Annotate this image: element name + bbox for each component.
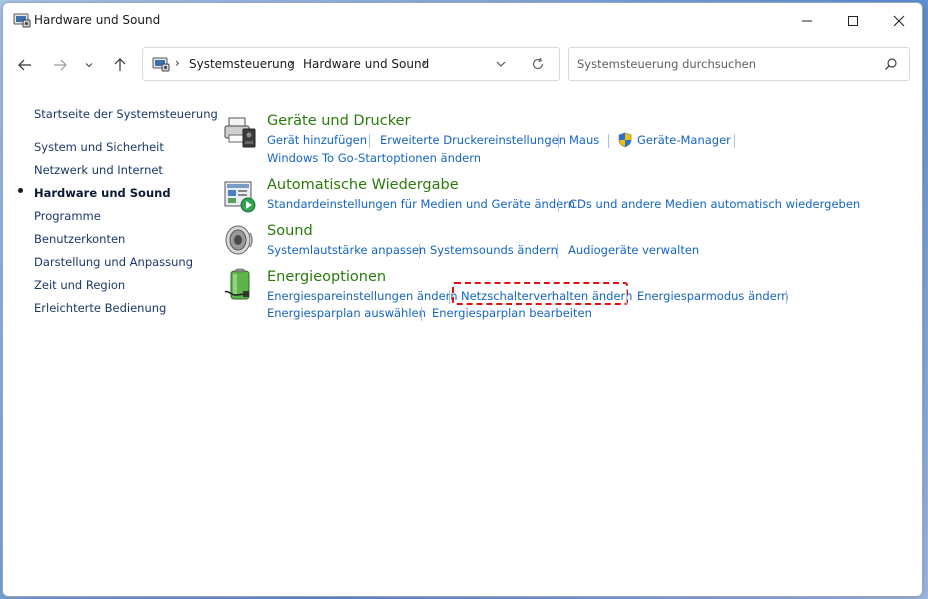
search-box[interactable]	[568, 47, 910, 81]
breadcrumb-separator[interactable]: ›	[422, 56, 427, 70]
link-netzschalterverhalten-aendern[interactable]: Netzschalterverhalten ändern	[461, 289, 632, 303]
minimize-button[interactable]	[784, 3, 830, 39]
minimize-icon	[802, 20, 812, 22]
link-energiesparplan-auswaehlen[interactable]: Energiesparplan auswählen	[267, 306, 426, 320]
sidebar-item-benutzerkonten[interactable]: Benutzerkonten	[34, 232, 125, 246]
sidebar-item-system-und-sicherheit[interactable]: System und Sicherheit	[34, 140, 164, 154]
sidebar-item-erleichterte-bedienung[interactable]: Erleichterte Bedienung	[34, 301, 166, 315]
sidebar-item-zeit-und-region[interactable]: Zeit und Region	[34, 278, 125, 292]
link-systemsounds-aendern[interactable]: Systemsounds ändern	[430, 243, 558, 257]
address-bar[interactable]: › Systemsteuerung › Hardware und Sound ›	[142, 47, 560, 81]
breadcrumb-systemsteuerung[interactable]: Systemsteuerung	[189, 57, 295, 71]
link-standardeinstellungen-medien[interactable]: Standardeinstellungen für Medien und Ger…	[267, 197, 575, 211]
link-separator	[369, 134, 370, 148]
battery-icon[interactable]	[223, 268, 257, 302]
link-windows-to-go-startoptionen[interactable]: Windows To Go-Startoptionen ändern	[267, 151, 481, 165]
active-item-bullet	[18, 188, 23, 193]
link-energiespareinstellungen-aendern[interactable]: Energiespareinstellungen ändern	[267, 289, 458, 303]
category-title-sound[interactable]: Sound	[267, 223, 313, 239]
control-panel-icon	[152, 57, 170, 72]
close-icon	[893, 15, 905, 27]
link-separator	[449, 290, 450, 304]
link-systemlautstaerke-anpassen[interactable]: Systemlautstärke anpassen	[267, 243, 426, 257]
category-title-geraete-und-drucker[interactable]: Geräte und Drucker	[267, 113, 410, 129]
autoplay-icon[interactable]	[223, 179, 257, 213]
title-bar[interactable]: Hardware und Sound	[3, 3, 922, 39]
printer-icon[interactable]	[223, 115, 257, 149]
maximize-button[interactable]	[830, 3, 876, 39]
link-cds-automatisch-wiedergeben[interactable]: CDs und andere Medien automatisch wieder…	[569, 197, 860, 211]
link-geraete-manager[interactable]: Geräte-Manager	[637, 133, 731, 147]
link-geraet-hinzufuegen[interactable]: Gerät hinzufügen	[267, 133, 367, 147]
link-separator	[734, 134, 735, 148]
link-erweiterte-druckereinstellungen[interactable]: Erweiterte Druckereinstellungen	[380, 133, 566, 147]
uac-shield-icon	[618, 132, 632, 148]
link-separator	[558, 198, 559, 212]
chevron-down-icon	[85, 63, 93, 68]
link-separator	[608, 134, 609, 148]
search-icon[interactable]	[884, 57, 898, 71]
link-separator	[558, 134, 559, 148]
control-panel-window: Hardware und Sound › Systemsteuerung › H…	[2, 2, 923, 597]
breadcrumb-hardware-und-sound[interactable]: Hardware und Sound	[303, 57, 429, 71]
breadcrumb-separator[interactable]: ›	[175, 56, 180, 70]
category-title-energieoptionen[interactable]: Energieoptionen	[267, 269, 386, 285]
speaker-icon[interactable]	[223, 223, 257, 257]
link-separator	[626, 290, 627, 304]
link-audiogeraete-verwalten[interactable]: Audiogeräte verwalten	[568, 243, 699, 257]
window-title: Hardware und Sound	[34, 13, 161, 27]
link-maus[interactable]: Maus	[569, 133, 599, 147]
maximize-icon	[848, 16, 858, 26]
search-input[interactable]	[577, 55, 867, 73]
link-separator	[421, 307, 422, 321]
arrow-left-icon	[18, 59, 31, 71]
sidebar-item-netzwerk-und-internet[interactable]: Netzwerk und Internet	[34, 163, 163, 177]
back-button[interactable]	[14, 53, 36, 77]
link-energiesparmodus-aendern[interactable]: Energiesparmodus ändern	[637, 289, 789, 303]
up-button[interactable]	[109, 53, 131, 77]
sidebar-item-programme[interactable]: Programme	[34, 209, 101, 223]
category-title-automatische-wiedergabe[interactable]: Automatische Wiedergabe	[267, 177, 459, 193]
control-panel-icon	[13, 13, 31, 28]
sidebar-item-darstellung-und-anpassung[interactable]: Darstellung und Anpassung	[34, 255, 193, 269]
link-separator	[786, 290, 787, 304]
sidebar-home-link[interactable]: Startseite der Systemsteuerung	[34, 107, 218, 121]
breadcrumb-separator[interactable]: ›	[289, 56, 294, 70]
close-button[interactable]	[876, 3, 922, 39]
recent-locations-button[interactable]	[81, 53, 97, 77]
address-dropdown-icon[interactable]	[493, 56, 509, 72]
refresh-icon[interactable]	[530, 56, 546, 72]
link-separator	[419, 244, 420, 258]
arrow-right-icon	[54, 59, 67, 71]
arrow-up-icon	[114, 58, 126, 71]
sidebar-item-hardware-und-sound[interactable]: Hardware und Sound	[34, 186, 171, 200]
link-energiesparplan-bearbeiten[interactable]: Energiesparplan bearbeiten	[432, 306, 592, 320]
forward-button[interactable]	[49, 53, 71, 77]
link-separator	[557, 244, 558, 258]
